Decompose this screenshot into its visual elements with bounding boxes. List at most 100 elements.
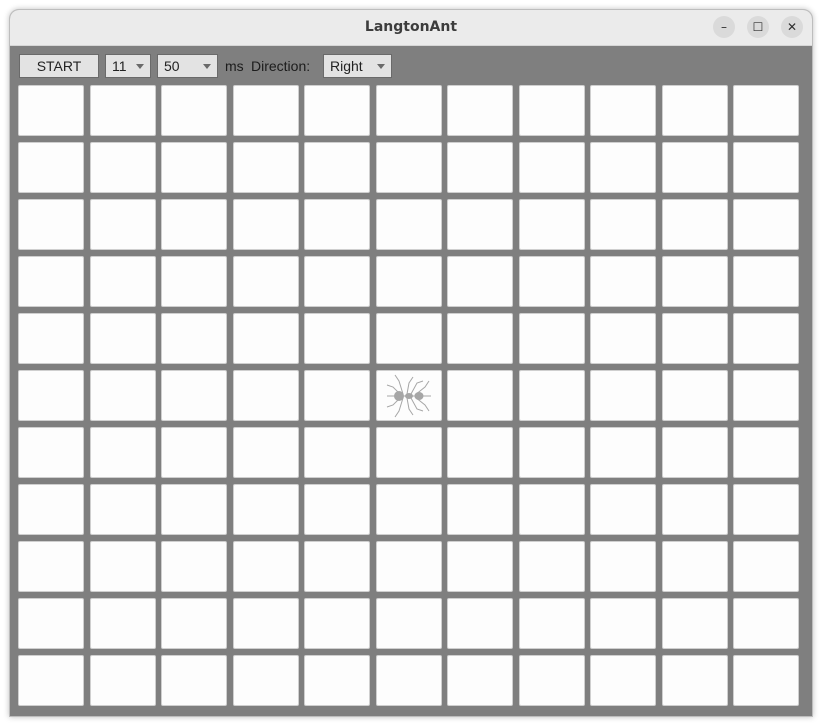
- grid-cell[interactable]: [518, 484, 585, 535]
- grid-cell[interactable]: [733, 598, 799, 649]
- grid-cell[interactable]: [232, 427, 299, 478]
- grid-cell[interactable]: [447, 541, 513, 592]
- grid-cell[interactable]: [18, 313, 84, 364]
- grid-cell[interactable]: [661, 427, 728, 478]
- grid-cell[interactable]: [518, 313, 585, 364]
- grid-cell[interactable]: [518, 598, 585, 649]
- grid-cell[interactable]: [89, 256, 156, 307]
- grid-cell[interactable]: [661, 199, 728, 250]
- start-button[interactable]: START: [19, 54, 99, 78]
- direction-select[interactable]: Right: [323, 54, 392, 78]
- grid-size-select[interactable]: 11: [105, 54, 151, 78]
- grid-cell[interactable]: [590, 541, 656, 592]
- grid-cell[interactable]: [590, 370, 656, 421]
- grid-cell[interactable]: [89, 484, 156, 535]
- grid-cell[interactable]: [161, 85, 227, 136]
- grid-cell[interactable]: [89, 142, 156, 193]
- grid-cell[interactable]: [375, 484, 442, 535]
- grid-cell[interactable]: [161, 541, 227, 592]
- grid-cell[interactable]: [447, 256, 513, 307]
- grid-cell[interactable]: [304, 199, 370, 250]
- grid-cell[interactable]: [304, 655, 370, 706]
- grid-cell[interactable]: [590, 142, 656, 193]
- grid-cell[interactable]: [661, 256, 728, 307]
- grid-cell[interactable]: [304, 256, 370, 307]
- grid-cell[interactable]: [304, 313, 370, 364]
- grid-cell[interactable]: [661, 142, 728, 193]
- grid-cell[interactable]: [661, 598, 728, 649]
- grid-cell[interactable]: [375, 541, 442, 592]
- grid-cell[interactable]: [89, 370, 156, 421]
- close-button[interactable]: ✕: [781, 16, 803, 38]
- grid-cell[interactable]: [304, 142, 370, 193]
- grid-cell[interactable]: [304, 85, 370, 136]
- grid-cell[interactable]: [590, 85, 656, 136]
- grid-cell[interactable]: [733, 370, 799, 421]
- grid-cell[interactable]: [375, 256, 442, 307]
- grid-cell[interactable]: [375, 655, 442, 706]
- grid-cell[interactable]: [18, 370, 84, 421]
- grid-cell[interactable]: [89, 199, 156, 250]
- grid-cell[interactable]: [89, 598, 156, 649]
- grid-cell[interactable]: [375, 85, 442, 136]
- grid-cell[interactable]: [89, 655, 156, 706]
- grid-cell[interactable]: [18, 142, 84, 193]
- grid-cell[interactable]: [447, 655, 513, 706]
- minimize-button[interactable]: –: [713, 16, 735, 38]
- grid-cell[interactable]: [375, 142, 442, 193]
- grid-cell[interactable]: [518, 655, 585, 706]
- grid-cell[interactable]: [232, 199, 299, 250]
- grid-cell[interactable]: [661, 85, 728, 136]
- grid-cell[interactable]: [161, 370, 227, 421]
- grid-cell[interactable]: [18, 256, 84, 307]
- grid-cell[interactable]: [590, 313, 656, 364]
- grid-cell[interactable]: [18, 541, 84, 592]
- grid-cell[interactable]: [447, 370, 513, 421]
- grid-cell[interactable]: [518, 199, 585, 250]
- grid-cell[interactable]: [18, 598, 84, 649]
- grid-cell[interactable]: [733, 85, 799, 136]
- grid-cell[interactable]: [447, 427, 513, 478]
- grid-cell[interactable]: [661, 370, 728, 421]
- grid-cell[interactable]: [590, 598, 656, 649]
- grid-cell[interactable]: [161, 199, 227, 250]
- grid-cell[interactable]: [232, 598, 299, 649]
- grid-cell[interactable]: [18, 85, 84, 136]
- grid-cell[interactable]: [447, 598, 513, 649]
- grid-cell[interactable]: [304, 541, 370, 592]
- grid-cell[interactable]: [733, 655, 799, 706]
- grid-cell[interactable]: [89, 85, 156, 136]
- grid-cell[interactable]: [590, 427, 656, 478]
- grid-cell[interactable]: [590, 655, 656, 706]
- grid-cell[interactable]: [447, 142, 513, 193]
- grid-cell[interactable]: [733, 256, 799, 307]
- grid-cell[interactable]: [518, 142, 585, 193]
- grid-cell[interactable]: [375, 427, 442, 478]
- grid-cell[interactable]: [232, 370, 299, 421]
- grid-cell[interactable]: [518, 256, 585, 307]
- grid-cell[interactable]: [661, 541, 728, 592]
- grid-cell[interactable]: [161, 313, 227, 364]
- grid-cell[interactable]: [89, 427, 156, 478]
- grid-cell[interactable]: [232, 655, 299, 706]
- grid-cell[interactable]: [232, 85, 299, 136]
- grid-cell[interactable]: [661, 484, 728, 535]
- delay-select[interactable]: 50: [157, 54, 218, 78]
- grid-cell[interactable]: [375, 370, 442, 421]
- grid-cell[interactable]: [304, 427, 370, 478]
- grid-cell[interactable]: [447, 199, 513, 250]
- grid-cell[interactable]: [590, 484, 656, 535]
- title-bar[interactable]: LangtonAnt – ☐ ✕: [10, 10, 812, 46]
- grid-cell[interactable]: [232, 541, 299, 592]
- grid-cell[interactable]: [590, 199, 656, 250]
- grid-cell[interactable]: [89, 313, 156, 364]
- grid-cell[interactable]: [161, 598, 227, 649]
- grid-cell[interactable]: [304, 370, 370, 421]
- grid-cell[interactable]: [661, 313, 728, 364]
- grid-cell[interactable]: [304, 484, 370, 535]
- grid-cell[interactable]: [733, 541, 799, 592]
- grid-cell[interactable]: [518, 85, 585, 136]
- grid-cell[interactable]: [447, 484, 513, 535]
- grid-cell[interactable]: [18, 655, 84, 706]
- grid-cell[interactable]: [18, 484, 84, 535]
